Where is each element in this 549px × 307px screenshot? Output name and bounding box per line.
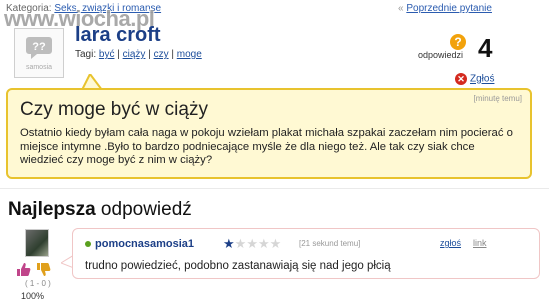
tag-link[interactable]: czy <box>154 49 169 60</box>
answers-count: 4 <box>478 33 493 63</box>
answer-author[interactable]: pomocnasamosia1 <box>85 238 194 250</box>
answer-permalink[interactable]: link <box>473 238 487 248</box>
avatar-caption: samosia <box>25 64 53 71</box>
online-status-icon <box>85 241 91 248</box>
previous-question: « Poprzednie pytanie <box>398 3 492 14</box>
tag-link[interactable]: ciąży <box>123 49 146 60</box>
section-divider <box>0 188 549 189</box>
best-answer-heading-bold: Najlepsza <box>8 199 96 220</box>
vote-count: ( 1 - 0 ) <box>25 279 51 288</box>
tags-label: Tagi: <box>75 49 97 60</box>
answerer-avatar[interactable] <box>25 229 49 257</box>
speech-bubble-icon: ?? <box>26 37 52 59</box>
tag-list: Tagi: być | ciąży | czy | moge <box>75 49 202 60</box>
previous-question-link[interactable]: Poprzednie pytanie <box>406 3 492 14</box>
question-box: [minutę temu] Czy moge być w ciąży Ostat… <box>6 88 532 179</box>
report-answer-link[interactable]: zgłoś <box>440 238 461 248</box>
answer-box: pomocnasamosia1 ★★★★★ [21 sekund temu] z… <box>72 228 540 279</box>
svg-text:??: ?? <box>32 41 46 53</box>
x-icon: ✕ <box>455 73 467 85</box>
answers-label: odpowiedzi <box>418 50 464 60</box>
best-answer-heading: Najlepsza odpowiedź <box>8 199 192 221</box>
question-mark-icon: ? <box>450 34 466 50</box>
star-empty-icon[interactable]: ★ <box>246 236 258 251</box>
question-body: Ostatnio kiedy byłam cała naga w pokoju … <box>20 127 513 166</box>
star-empty-icon[interactable]: ★ <box>270 236 282 251</box>
best-answer-heading-rest: odpowiedź <box>95 199 192 220</box>
star-empty-icon[interactable]: ★ <box>235 236 247 251</box>
tag-link[interactable]: być <box>99 49 115 60</box>
thumbs-up-icon[interactable] <box>16 262 32 277</box>
answer-author-name[interactable]: pomocnasamosia1 <box>95 238 194 250</box>
prev-prefix: « <box>398 3 404 14</box>
asker-name[interactable]: lara croft <box>75 24 161 47</box>
answer-text: trudno powiedzieć, podobno zastanawiają … <box>85 260 391 272</box>
star-filled-icon[interactable]: ★ <box>223 236 235 251</box>
tag-link[interactable]: moge <box>177 49 202 60</box>
asker-avatar[interactable]: ?? samosia <box>14 28 64 78</box>
rating-stars: ★★★★★ <box>223 236 281 252</box>
report-link[interactable]: Zgłoś <box>470 74 494 85</box>
question-title: Czy moge być w ciąży <box>20 99 208 120</box>
question-time: [minutę temu] <box>473 94 522 103</box>
vote-percent: 100% <box>21 291 45 301</box>
answer-time: [21 sekund temu] <box>299 239 361 248</box>
thumbs-down-icon[interactable] <box>36 262 52 277</box>
star-empty-icon[interactable]: ★ <box>258 236 270 251</box>
report-question[interactable]: ✕ Zgłoś <box>455 73 494 85</box>
